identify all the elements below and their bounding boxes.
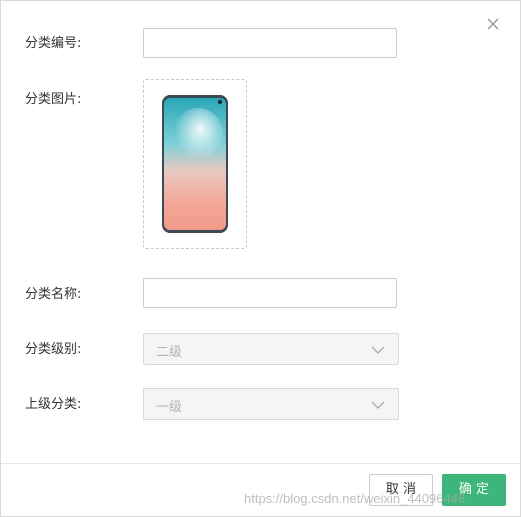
category-name-input[interactable] <box>143 278 397 308</box>
category-level-select[interactable]: 二级 <box>143 333 399 365</box>
close-icon <box>487 18 499 30</box>
parent-category-value: 一级 <box>156 400 183 415</box>
close-button[interactable] <box>484 15 502 33</box>
category-name-label: 分类名称: <box>25 287 82 302</box>
category-level-value: 二级 <box>156 345 183 360</box>
category-code-label: 分类编号: <box>25 36 82 51</box>
parent-category-label: 上级分类: <box>25 397 82 412</box>
cancel-button[interactable]: 取 消 <box>369 474 433 506</box>
footer-divider <box>1 463 520 464</box>
parent-category-select[interactable]: 一级 <box>143 388 399 420</box>
category-code-input[interactable] <box>143 28 397 58</box>
chevron-down-icon <box>371 346 385 355</box>
image-upload-box[interactable] <box>143 79 247 249</box>
confirm-button[interactable]: 确 定 <box>442 474 506 506</box>
phone-image <box>162 95 228 233</box>
category-image-label: 分类图片: <box>25 92 82 107</box>
chevron-down-icon <box>371 401 385 410</box>
category-level-label: 分类级别: <box>25 342 82 357</box>
category-dialog: 分类编号: 分类图片: 分类名称: 分类级别: 二级 上级分类: 一级 取 消 … <box>0 0 521 517</box>
